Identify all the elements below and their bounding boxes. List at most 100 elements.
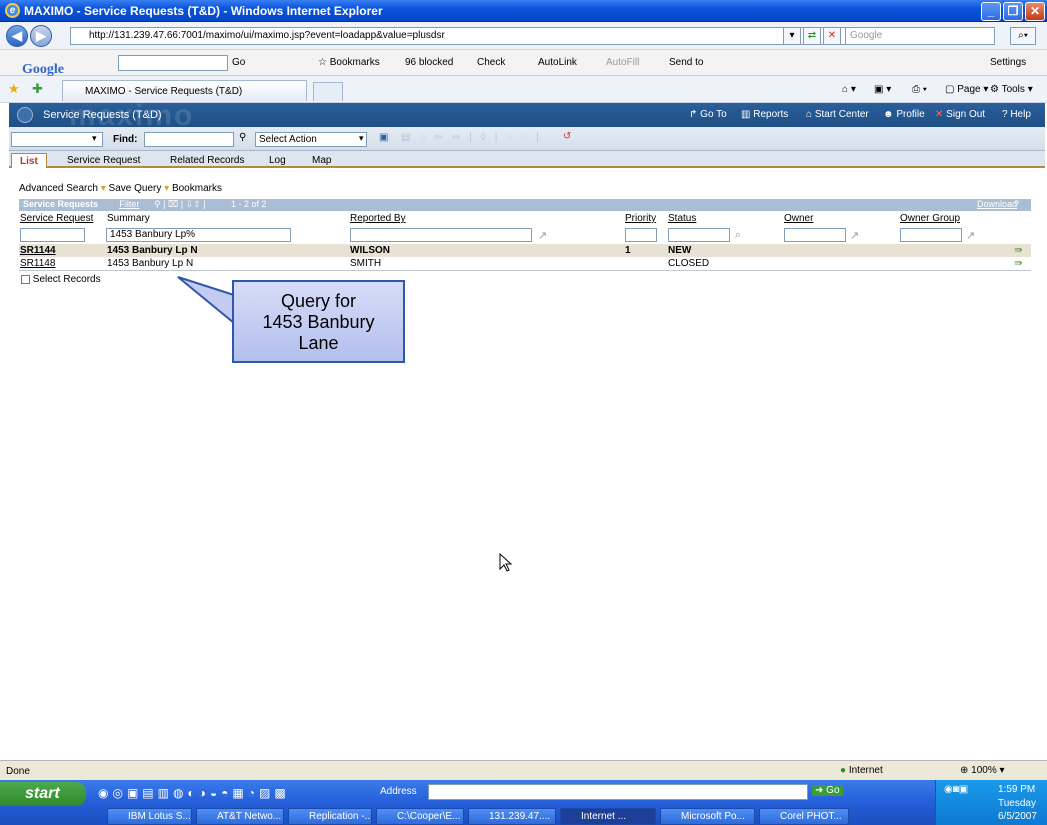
action-dropdown-icon[interactable]: ▾: [359, 133, 364, 144]
table-row[interactable]: SR1144 1453 Banbury Lp N WILSON 1 NEW ⇛: [19, 244, 1031, 257]
quick-launch-icons[interactable]: ◉◎▣▤▥◍◐◑◒◓▦◔▨▩: [98, 786, 290, 800]
search-icon[interactable]: ⌕▾: [1010, 27, 1036, 45]
new-tab[interactable]: [313, 82, 343, 101]
task-powerpoint[interactable]: Microsoft Po...: [660, 808, 755, 825]
sendto-button[interactable]: Send to: [669, 57, 703, 68]
sr-link[interactable]: SR1144: [20, 245, 56, 256]
tab-log[interactable]: Log: [261, 153, 294, 168]
refresh-icon[interactable]: ⇄: [803, 27, 821, 45]
task-att[interactable]: AT&T Netwo...: [196, 808, 284, 825]
task-explorer[interactable]: C:\Cooper\E...: [376, 808, 464, 825]
owner-lookup-icon[interactable]: ↗: [850, 229, 859, 242]
favorites-star-icon[interactable]: ★: [8, 81, 20, 97]
new-record-icon[interactable]: ▣: [379, 132, 388, 143]
settings-button[interactable]: Settings: [990, 57, 1026, 68]
sign-out-link[interactable]: ✕ Sign Out: [935, 109, 985, 120]
sr-link[interactable]: SR1148: [20, 258, 55, 269]
col-priority[interactable]: Priority: [625, 213, 656, 224]
maximize-button[interactable]: ❐: [1003, 2, 1023, 21]
page-menu[interactable]: ▢ Page ▾: [945, 84, 988, 95]
select-records-checkbox[interactable]: [21, 274, 30, 284]
col-reported-by[interactable]: Reported By: [350, 213, 406, 224]
status-lookup-icon[interactable]: ⌕: [735, 229, 741, 242]
reports-link[interactable]: ▥ Reports: [741, 109, 788, 120]
refresh-query-icon[interactable]: ↺: [563, 131, 571, 142]
task-internet[interactable]: Internet ...: [560, 808, 656, 825]
autolink-button[interactable]: AutoLink: [538, 57, 577, 68]
filter-reported-by[interactable]: [350, 228, 532, 242]
taskbar-go-button[interactable]: ➜ Go: [812, 785, 843, 796]
minimize-button[interactable]: _: [981, 2, 1001, 21]
col-status[interactable]: Status: [668, 213, 696, 224]
table-help-icon[interactable]: ?: [1014, 199, 1019, 209]
filter-owner-group[interactable]: [900, 228, 962, 242]
back-icon[interactable]: ◀: [6, 25, 28, 47]
home-icon[interactable]: ⌂ ▾: [842, 84, 856, 95]
start-center-link[interactable]: ⌂ Start Center: [806, 109, 869, 120]
mouse-cursor-icon: [499, 553, 513, 572]
select-records[interactable]: Select Records: [21, 274, 101, 285]
browser-tab-maximo[interactable]: MAXIMO - Service Requests (T&D): [62, 80, 307, 101]
print-icon[interactable]: ⎙ ▾: [912, 84, 927, 95]
close-button[interactable]: ✕: [1025, 2, 1045, 21]
summary-cell: 1453 Banbury Lp N: [107, 258, 194, 269]
bookmarks-link[interactable]: Bookmarks: [172, 183, 222, 194]
maximo-tabs: List Service Request Related Records Log…: [9, 151, 1045, 168]
popup-blocked[interactable]: 96 blocked: [405, 57, 453, 68]
col-owner[interactable]: Owner: [784, 213, 813, 224]
go-button[interactable]: Go: [232, 57, 245, 68]
find-input[interactable]: [144, 132, 234, 147]
zoom-control[interactable]: ⊕ 100% ▾: [960, 765, 1005, 776]
col-owner-group[interactable]: Owner Group: [900, 213, 960, 224]
tab-map[interactable]: Map: [304, 153, 339, 168]
goto-link[interactable]: ↱ Go To: [689, 109, 727, 120]
filter-priority[interactable]: [625, 228, 657, 242]
advanced-search-link[interactable]: Advanced Search: [19, 183, 98, 194]
taskbar-address-input[interactable]: [428, 784, 808, 800]
tab-list[interactable]: List: [11, 153, 47, 168]
task-corel[interactable]: Corel PHOT...: [759, 808, 849, 825]
bookmarks-button[interactable]: ☆ Bookmarks: [318, 57, 380, 68]
select-action-dropdown[interactable]: Select Action: [255, 132, 367, 147]
help-link[interactable]: ? Help: [1002, 109, 1031, 120]
save-query-link[interactable]: Save Query: [109, 183, 162, 194]
row-action-icon[interactable]: ⇛: [1014, 258, 1022, 269]
tab-service-request[interactable]: Service Request: [59, 153, 148, 168]
query-dropdown-icon[interactable]: ▾: [92, 133, 97, 144]
filter-service-request[interactable]: [20, 228, 85, 242]
window-title: MAXIMO - Service Requests (T&D) - Window…: [24, 4, 383, 18]
filter-summary[interactable]: 1453 Banbury Lp%: [106, 228, 291, 242]
google-toolbar: Google Go ☆ Bookmarks 96 blocked Check A…: [0, 50, 1047, 77]
tab-related-records[interactable]: Related Records: [162, 153, 252, 168]
query-select[interactable]: [11, 132, 103, 147]
profile-link[interactable]: ☻ Profile: [883, 109, 925, 120]
stop-icon[interactable]: ✕: [823, 27, 841, 45]
row-action-icon[interactable]: ⇛: [1014, 245, 1022, 256]
autofill-button[interactable]: AutoFill: [606, 57, 639, 68]
tray-icons[interactable]: ◉◙▣: [944, 784, 968, 795]
col-service-request[interactable]: Service Request: [20, 213, 93, 224]
feeds-icon[interactable]: ▣ ▾: [874, 84, 891, 95]
forward-icon[interactable]: ▶: [30, 25, 52, 47]
download-link[interactable]: Download: [977, 199, 1017, 209]
filter-link[interactable]: ⁝ Filter: [114, 199, 139, 210]
owner-group-lookup-icon[interactable]: ↗: [966, 229, 975, 242]
reported-by-lookup-icon[interactable]: ↗: [538, 229, 547, 242]
filter-owner[interactable]: [784, 228, 846, 242]
tools-menu[interactable]: ⚙ Tools ▾: [990, 84, 1033, 95]
add-favorites-icon[interactable]: ✚: [32, 81, 43, 97]
task-ip[interactable]: 131.239.47....: [468, 808, 556, 825]
start-button[interactable]: start: [0, 782, 86, 806]
check-button[interactable]: Check: [477, 57, 505, 68]
address-dropdown-icon[interactable]: ▾: [783, 27, 801, 45]
google-search-field[interactable]: [118, 55, 228, 71]
task-lotus[interactable]: IBM Lotus S...: [107, 808, 192, 825]
maximo-toolbar: ▾ Find: ⚲ Select Action ▾ ▣ ▤◌⇦⇨|◊|◌◌| ↺: [9, 127, 1045, 151]
task-replication[interactable]: Replication -...: [288, 808, 372, 825]
ie-icon: e: [5, 3, 20, 18]
filter-status[interactable]: [668, 228, 730, 242]
binoculars-icon[interactable]: ⚲: [239, 132, 246, 143]
system-tray: ◉◙▣ 1:59 PM Tuesday 6/5/2007: [935, 780, 1047, 825]
table-row[interactable]: SR1148 1453 Banbury Lp N SMITH CLOSED ⇛: [19, 257, 1031, 270]
search-input[interactable]: Google: [845, 27, 995, 45]
